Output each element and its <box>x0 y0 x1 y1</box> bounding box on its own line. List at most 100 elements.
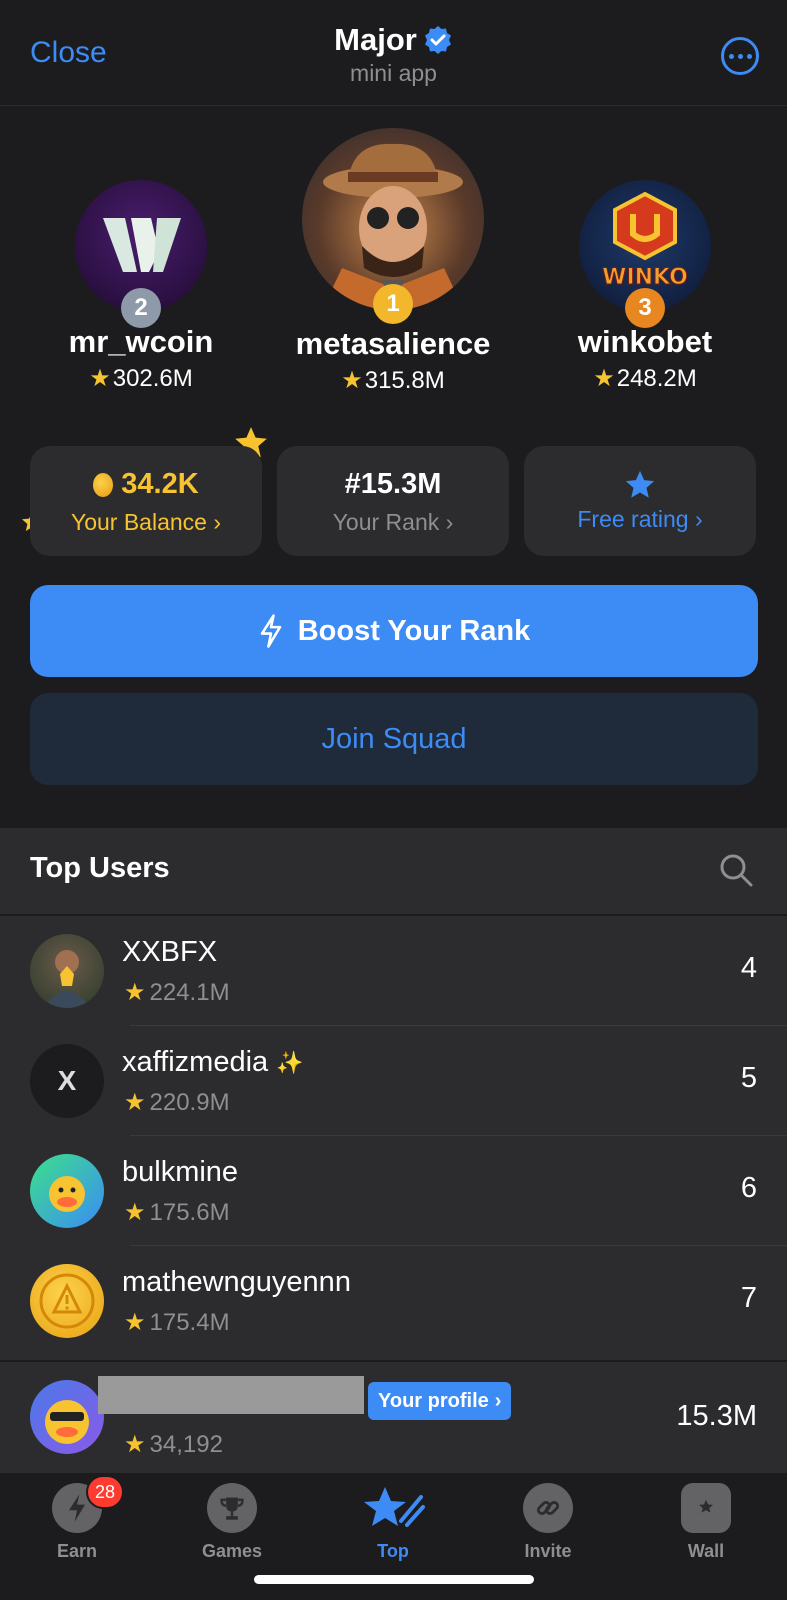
avatar: X <box>30 1044 104 1118</box>
podium-score-row: ★ 315.8M <box>283 366 503 395</box>
rank-card[interactable]: #15.3M Your Rank › <box>277 446 509 556</box>
user-score-row: ★ 34,192 <box>124 1430 223 1459</box>
star-icon: ★ <box>124 1431 146 1458</box>
user-name: mathewnguyennn <box>122 1266 351 1298</box>
user-name: XXBFX <box>122 936 218 968</box>
rank-badge: 1 <box>373 284 413 324</box>
tab-earn[interactable]: 28 Earn <box>27 1475 127 1562</box>
avatar <box>30 1154 104 1228</box>
title-block: Major mini app <box>0 22 787 87</box>
avatar: 2 <box>75 180 207 328</box>
link-icon <box>523 1483 573 1533</box>
avatar <box>30 1380 104 1454</box>
user-score-row: ★ 175.6M <box>124 1198 230 1227</box>
user-score-row: ★ 224.1M <box>124 978 230 1007</box>
tab-label: Wall <box>687 1541 725 1561</box>
boost-rank-label: Boost Your Rank <box>297 614 531 647</box>
your-profile-label: Your profile <box>378 1389 489 1412</box>
trophy-icon <box>207 1483 257 1533</box>
podium-score-row: ★ 302.6M <box>46 364 236 393</box>
avatar: 1 <box>302 128 484 324</box>
balance-label-row: Your Balance › <box>30 509 262 536</box>
podium-name: mr_wcoin <box>68 324 214 359</box>
user-score: 224.1M <box>149 978 230 1006</box>
user-photo-icon <box>44 950 90 1008</box>
user-rank: 4 <box>740 952 757 984</box>
free-rating-label: Free rating <box>577 506 689 532</box>
avatar: WINKO 3 <box>579 180 711 328</box>
tab-games[interactable]: Games <box>182 1483 282 1562</box>
avatar <box>30 1264 104 1338</box>
tab-label: Top <box>377 1541 409 1561</box>
user-score: 220.9M <box>149 1088 230 1116</box>
star-icon: ★ <box>341 367 363 394</box>
detective-avatar-icon <box>322 143 464 310</box>
chevron-right-icon: › <box>694 506 703 532</box>
list-item[interactable]: bulkmine ★ 175.6M 6 <box>0 1136 787 1246</box>
list-item[interactable]: mathewnguyennn ★ 175.4M 7 <box>0 1246 787 1356</box>
user-name: xaffizmedia <box>122 1046 269 1078</box>
message-star-icon <box>681 1483 731 1533</box>
lightning-icon: 28 <box>52 1475 124 1533</box>
coin-icon <box>93 472 114 497</box>
free-rating-label-row: Free rating › <box>524 506 756 533</box>
more-options-icon[interactable] <box>721 37 759 75</box>
user-rank: 7 <box>740 1282 757 1314</box>
rank-value: #15.3M <box>344 468 442 500</box>
user-score: 175.4M <box>149 1308 230 1336</box>
free-rating-icon-row <box>524 468 756 502</box>
balance-value-row: 34.2K <box>30 468 262 501</box>
podium-first[interactable]: 1 metasalience ★ 315.8M <box>283 128 503 395</box>
duck-sunglasses-icon <box>45 1400 89 1444</box>
your-profile-row[interactable]: Your profile › ★ 34,192 15.3M <box>0 1360 787 1472</box>
app-subtitle: mini app <box>350 60 437 86</box>
user-score-row: ★ 220.9M <box>124 1088 230 1117</box>
list-item[interactable]: XXBFX ★ 224.1M 4 <box>0 916 787 1026</box>
avatar <box>30 934 104 1008</box>
chevron-right-icon: › <box>213 509 222 535</box>
duck-face-icon <box>49 1176 85 1212</box>
tab-label: Invite <box>524 1541 572 1561</box>
rank-badge: 3 <box>625 288 665 328</box>
user-rank: 15.3M <box>676 1400 757 1432</box>
chevron-right-icon: › <box>445 509 454 535</box>
x-logo-icon: X <box>57 1065 77 1096</box>
section-title: Top Users <box>30 852 170 884</box>
podium-score-row: ★ 248.2M <box>550 364 740 393</box>
verified-icon <box>424 26 451 54</box>
star-icon: ★ <box>89 365 111 392</box>
app-title: Major <box>334 22 417 57</box>
podium-name: metasalience <box>295 326 491 361</box>
user-name: bulkmine <box>122 1156 239 1188</box>
star-icon: ★ <box>124 979 146 1006</box>
balance-card[interactable]: 34.2K Your Balance › <box>30 446 262 556</box>
podium-third[interactable]: WINKO 3 winkobet ★ 248.2M <box>550 180 740 393</box>
join-squad-button[interactable]: Join Squad <box>30 693 758 785</box>
sparkles-icon: ✨ <box>276 1049 304 1075</box>
podium-score: 302.6M <box>112 364 193 392</box>
tab-wall[interactable]: Wall <box>656 1483 756 1562</box>
free-rating-card[interactable]: Free rating › <box>524 446 756 556</box>
star-icon: ★ <box>124 1309 146 1336</box>
lightning-icon <box>260 614 281 648</box>
app-header: Close Major mini app <box>0 0 787 106</box>
list-item[interactable]: X xaffizmedia ✨ ★ 220.9M 5 <box>0 1026 787 1136</box>
star-icon: ★ <box>593 365 615 392</box>
rank-badge: 2 <box>121 288 161 328</box>
tab-top[interactable]: Top <box>343 1483 443 1562</box>
search-icon[interactable] <box>718 852 754 888</box>
notification-badge: 28 <box>86 1475 124 1509</box>
user-name-row: xaffizmedia ✨ <box>122 1046 304 1079</box>
podium-second[interactable]: 2 mr_wcoin ★ 302.6M <box>46 180 236 393</box>
rank-label-row: Your Rank › <box>277 509 509 536</box>
user-score: 175.6M <box>149 1198 230 1226</box>
home-indicator <box>254 1575 534 1584</box>
user-score: 34,192 <box>149 1430 223 1458</box>
rank-label: Your Rank <box>332 509 440 535</box>
boost-rank-button[interactable]: Boost Your Rank <box>30 585 758 677</box>
svg-text:WINKO: WINKO <box>602 265 688 290</box>
podium-score: 248.2M <box>616 364 697 392</box>
tab-invite[interactable]: Invite <box>498 1483 598 1562</box>
your-profile-badge[interactable]: Your profile › <box>368 1382 512 1420</box>
balance-label: Your Balance <box>70 509 207 535</box>
